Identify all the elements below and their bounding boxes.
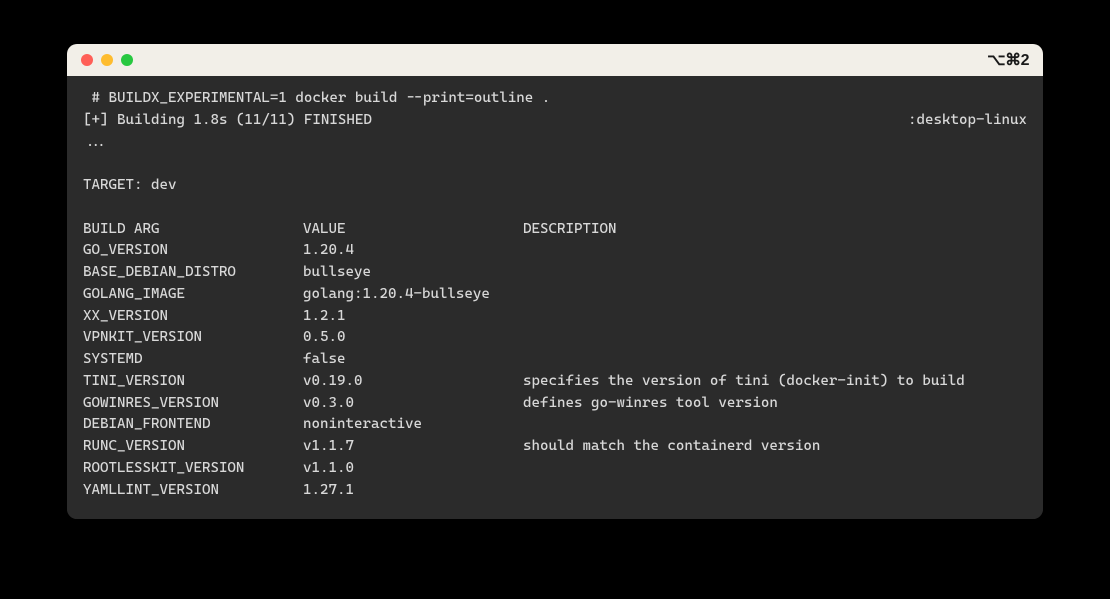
- cell-arg: DEBIAN_FRONTEND: [83, 414, 303, 436]
- terminal-body[interactable]: # BUILDX_EXPERIMENTAL=1 docker build --p…: [67, 76, 1043, 519]
- command-line: # BUILDX_EXPERIMENTAL=1 docker build --p…: [83, 88, 1027, 110]
- header-arg: BUILD ARG: [83, 219, 303, 241]
- build-status-line: [+] Building 1.8s (11/11) FINISHED :desk…: [83, 110, 1027, 132]
- cell-description: [523, 349, 1027, 371]
- cell-value: v1.1.7: [303, 436, 523, 458]
- cell-arg: GOWINRES_VERSION: [83, 393, 303, 415]
- table-row: YAMLLINT_VERSION1.27.1: [83, 480, 1027, 502]
- cell-value: v0.3.0: [303, 393, 523, 415]
- build-status-left: [+] Building 1.8s (11/11) FINISHED: [83, 110, 372, 132]
- cell-arg: XX_VERSION: [83, 306, 303, 328]
- table-row: GO_VERSION1.20.4: [83, 240, 1027, 262]
- table-row: VPNKIT_VERSION0.5.0: [83, 327, 1027, 349]
- cell-value: 1.20.4: [303, 240, 523, 262]
- table-row: ROOTLESSKIT_VERSIONv1.1.0: [83, 458, 1027, 480]
- table-row: BASE_DEBIAN_DISTRObullseye: [83, 262, 1027, 284]
- cell-arg: GOLANG_IMAGE: [83, 284, 303, 306]
- cell-description: [523, 327, 1027, 349]
- cell-value: v0.19.0: [303, 371, 523, 393]
- cell-value: 0.5.0: [303, 327, 523, 349]
- table-row: GOLANG_IMAGEgolang:1.20.4-bullseye: [83, 284, 1027, 306]
- titlebar[interactable]: ⌥⌘2: [67, 44, 1043, 76]
- maximize-icon[interactable]: [121, 54, 133, 66]
- blank-line: [83, 197, 1027, 219]
- cell-value: noninteractive: [303, 414, 523, 436]
- cell-description: defines go-winres tool version: [523, 393, 1027, 415]
- cell-description: [523, 414, 1027, 436]
- close-icon[interactable]: [81, 54, 93, 66]
- cell-arg: SYSTEMD: [83, 349, 303, 371]
- table-row: RUNC_VERSIONv1.1.7should match the conta…: [83, 436, 1027, 458]
- cell-value: 1.2.1: [303, 306, 523, 328]
- header-description: DESCRIPTION: [523, 219, 1027, 241]
- cell-value: 1.27.1: [303, 480, 523, 502]
- cell-description: should match the containerd version: [523, 436, 1027, 458]
- cell-description: [523, 262, 1027, 284]
- cell-description: [523, 480, 1027, 502]
- cell-description: [523, 306, 1027, 328]
- cell-arg: ROOTLESSKIT_VERSION: [83, 458, 303, 480]
- cell-value: golang:1.20.4-bullseye: [303, 284, 523, 306]
- cell-arg: YAMLLINT_VERSION: [83, 480, 303, 502]
- cell-description: [523, 458, 1027, 480]
- table-row: XX_VERSION1.2.1: [83, 306, 1027, 328]
- cell-value: bullseye: [303, 262, 523, 284]
- header-value: VALUE: [303, 219, 523, 241]
- cell-value: v1.1.0: [303, 458, 523, 480]
- table-row: GOWINRES_VERSIONv0.3.0defines go-winres …: [83, 393, 1027, 415]
- cell-arg: TINI_VERSION: [83, 371, 303, 393]
- table-row: SYSTEMDfalse: [83, 349, 1027, 371]
- terminal-window: ⌥⌘2 # BUILDX_EXPERIMENTAL=1 docker build…: [67, 44, 1043, 519]
- cell-arg: RUNC_VERSION: [83, 436, 303, 458]
- cell-arg: VPNKIT_VERSION: [83, 327, 303, 349]
- cell-description: [523, 284, 1027, 306]
- cell-description: [523, 240, 1027, 262]
- table-header-row: BUILD ARG VALUE DESCRIPTION: [83, 219, 1027, 241]
- target-line: TARGET: dev: [83, 175, 1027, 197]
- table-row: TINI_VERSIONv0.19.0specifies the version…: [83, 371, 1027, 393]
- cell-arg: GO_VERSION: [83, 240, 303, 262]
- build-status-right: :desktop-linux: [908, 110, 1027, 132]
- cell-arg: BASE_DEBIAN_DISTRO: [83, 262, 303, 284]
- table-row: DEBIAN_FRONTENDnoninteractive: [83, 414, 1027, 436]
- cell-value: false: [303, 349, 523, 371]
- minimize-icon[interactable]: [101, 54, 113, 66]
- cell-description: specifies the version of tini (docker-in…: [523, 371, 1027, 393]
- ellipsis-line: ...: [83, 132, 1027, 154]
- blank-line: [83, 153, 1027, 175]
- titlebar-shortcut: ⌥⌘2: [987, 50, 1029, 70]
- traffic-lights: [81, 54, 133, 66]
